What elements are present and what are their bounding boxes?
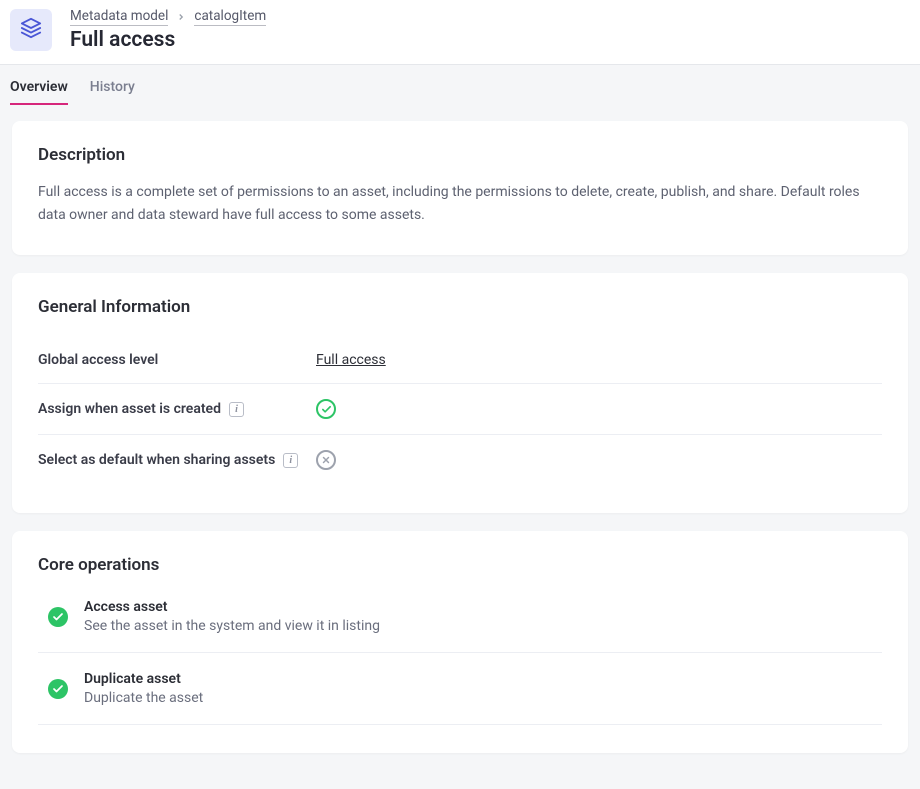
operations-list: Access asset See the asset in the system… xyxy=(38,599,882,725)
description-body: Full access is a complete set of permiss… xyxy=(38,181,882,227)
tab-history[interactable]: History xyxy=(90,79,135,105)
description-heading: Description xyxy=(38,145,882,165)
link-full-access[interactable]: Full access xyxy=(316,352,386,368)
general-info-card: General Information Global access level … xyxy=(12,273,908,513)
row-assign-on-create: Assign when asset is created i xyxy=(38,384,882,435)
general-info-heading: General Information xyxy=(38,297,882,317)
operation-title: Access asset xyxy=(84,599,380,615)
x-circle-icon xyxy=(316,450,336,470)
description-card: Description Full access is a complete se… xyxy=(12,121,908,255)
check-circle-icon xyxy=(316,399,336,419)
operation-text: Access asset See the asset in the system… xyxy=(84,599,380,634)
label-text: Assign when asset is created xyxy=(38,401,221,417)
model-icon-box xyxy=(10,9,52,51)
header-text: Metadata model catalogItem Full access xyxy=(70,8,266,52)
breadcrumb-link-catalogitem[interactable]: catalogItem xyxy=(194,8,266,26)
info-icon[interactable]: i xyxy=(229,402,244,417)
list-item: Access asset See the asset in the system… xyxy=(38,599,882,653)
content-area: Description Full access is a complete se… xyxy=(0,105,920,777)
tab-overview[interactable]: Overview xyxy=(10,79,68,105)
page-header: Metadata model catalogItem Full access xyxy=(0,0,920,65)
general-info-rows: Global access level Full access Assign w… xyxy=(38,337,882,485)
tabs: Overview History xyxy=(0,65,920,105)
breadcrumb: Metadata model catalogItem xyxy=(70,8,266,26)
label-default-on-share: Select as default when sharing assets i xyxy=(38,452,306,468)
row-global-access-level: Global access level Full access xyxy=(38,337,882,384)
layers-icon xyxy=(20,17,42,43)
label-text: Global access level xyxy=(38,352,158,368)
breadcrumb-link-model[interactable]: Metadata model xyxy=(70,8,168,26)
row-default-on-share: Select as default when sharing assets i xyxy=(38,435,882,485)
operation-desc: Duplicate the asset xyxy=(84,690,203,706)
info-icon[interactable]: i xyxy=(283,453,298,468)
label-global-access-level: Global access level xyxy=(38,352,306,368)
page-title: Full access xyxy=(70,28,266,52)
value-global-access-level: Full access xyxy=(316,352,386,368)
operation-title: Duplicate asset xyxy=(84,671,203,687)
core-operations-card: Core operations Access asset See the ass… xyxy=(12,531,908,753)
check-filled-icon xyxy=(48,607,68,627)
core-operations-heading: Core operations xyxy=(38,555,882,575)
operation-text: Duplicate asset Duplicate the asset xyxy=(84,671,203,706)
label-assign-on-create: Assign when asset is created i xyxy=(38,401,306,417)
check-filled-icon xyxy=(48,679,68,699)
value-default-on-share xyxy=(316,450,336,470)
operation-desc: See the asset in the system and view it … xyxy=(84,618,380,634)
value-assign-on-create xyxy=(316,399,336,419)
chevron-right-icon xyxy=(176,12,186,22)
list-item: Duplicate asset Duplicate the asset xyxy=(38,653,882,725)
label-text: Select as default when sharing assets xyxy=(38,452,275,468)
